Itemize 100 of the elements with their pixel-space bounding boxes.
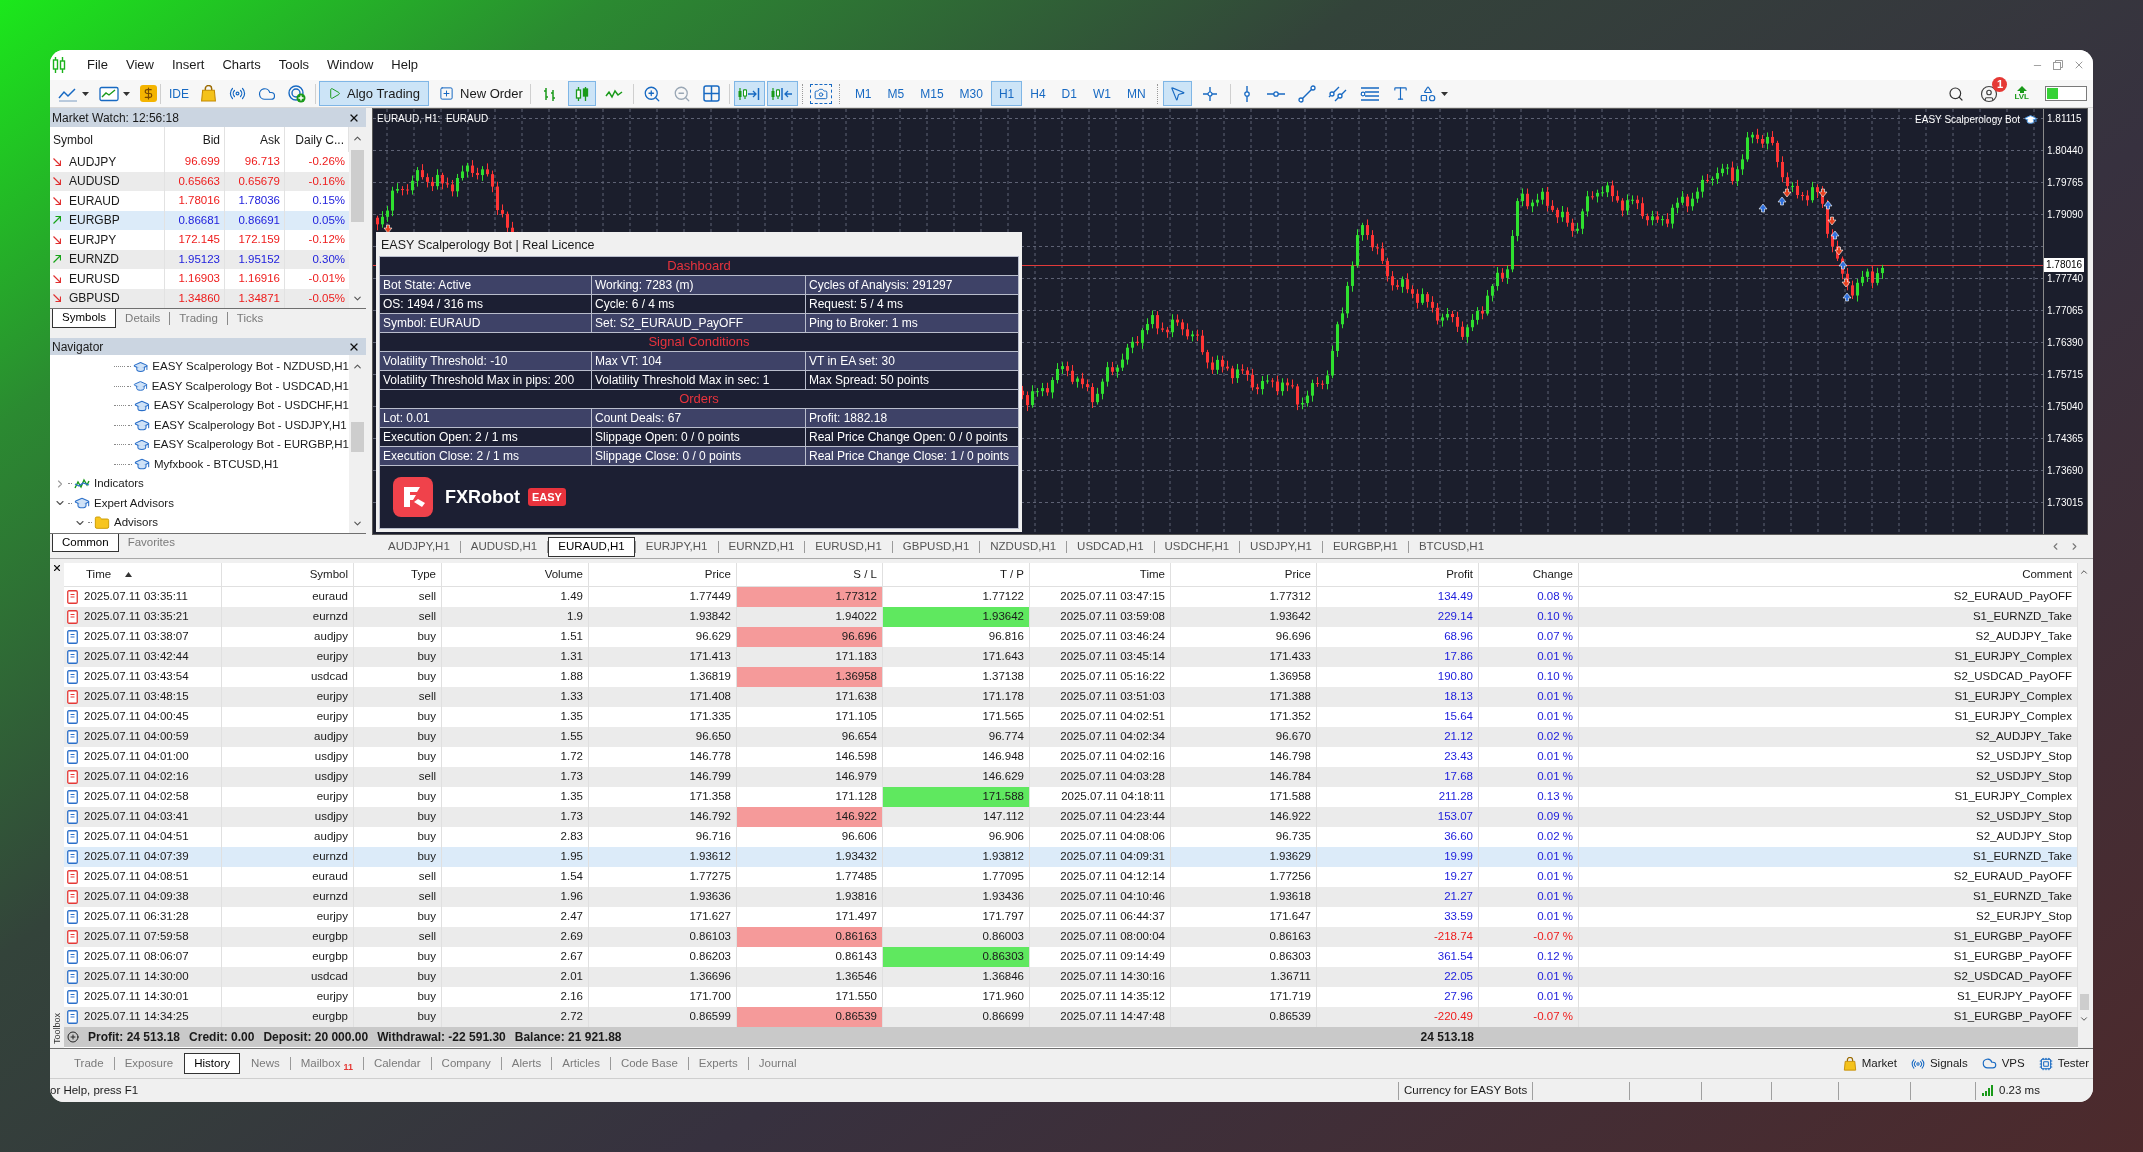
close-icon[interactable] bbox=[52, 563, 62, 573]
table-row[interactable]: 2025.07.11 14:30:01 eurjpy buy 2.16 171.700 171.550 171.960 2025.07.11 14:35:12 171.719 27.96 0.01 % S1_EURJPY_PayOFF bbox=[64, 987, 2078, 1007]
tree-item[interactable]: EASY Scalperology Bot - NZDUSD,H1 bbox=[152, 358, 349, 376]
bottom-tab[interactable]: Journal bbox=[748, 1053, 807, 1074]
column-header[interactable]: S / L bbox=[737, 563, 883, 586]
column-header[interactable]: Type bbox=[354, 563, 442, 586]
chart-tab[interactable]: EURNZD,H1 bbox=[718, 536, 805, 557]
service-link[interactable]: Tester bbox=[2038, 1054, 2089, 1073]
column-header[interactable]: Time bbox=[1030, 563, 1171, 586]
bottom-tab[interactable]: Exposure bbox=[114, 1053, 184, 1074]
table-row[interactable]: 2025.07.11 03:35:11 euraud sell 1.49 1.77449 1.77312 1.77122 2025.07.11 03:47:15 1.77312 134.49 0.08 % S2_EURAUD_PayOFF bbox=[64, 587, 2078, 607]
timeframe-button[interactable]: H4 bbox=[1022, 81, 1054, 106]
panel-tab[interactable]: Common bbox=[52, 534, 119, 552]
scrollbar-thumb[interactable] bbox=[351, 422, 364, 452]
table-row[interactable]: 2025.07.11 03:43:54 usdcad buy 1.88 1.36819 1.36958 1.37138 2025.07.11 05:16:22 1.36958 190.80 0.10 % S2_USDCAD_PayOFF bbox=[64, 667, 2078, 687]
zoom-in-icon[interactable] bbox=[642, 84, 661, 103]
timeframe-button[interactable]: D1 bbox=[1053, 81, 1085, 106]
column-header[interactable]: Change bbox=[1479, 563, 1579, 586]
text-tool-icon[interactable] bbox=[1391, 85, 1409, 102]
bottom-tab[interactable]: Articles bbox=[552, 1053, 610, 1074]
timeframe-button[interactable]: H1 bbox=[990, 81, 1023, 106]
bottom-tab[interactable]: History bbox=[184, 1053, 240, 1074]
timeframe-button[interactable]: M15 bbox=[912, 81, 952, 106]
new-order-button[interactable]: New Order bbox=[435, 81, 527, 106]
panel-tab[interactable]: Ticks bbox=[227, 309, 273, 328]
table-row[interactable]: 2025.07.11 04:03:41 usdjpy buy 1.73 146.792 146.922 147.112 2025.07.11 04:23:44 146.922 153.07 0.09 % S2_USDJPY_Stop bbox=[64, 807, 2078, 827]
table-row[interactable]: 2025.07.11 04:04:51 audjpy buy 2.83 96.716 96.606 96.906 2025.07.11 04:08:06 96.735 36.60 0.02 % S2_AUDJPY_Stop bbox=[64, 827, 2078, 847]
column-header[interactable]: T / P bbox=[883, 563, 1030, 586]
restore-icon[interactable] bbox=[2053, 60, 2063, 70]
trend-line-icon[interactable] bbox=[1297, 84, 1316, 103]
table-row[interactable]: 2025.07.11 14:34:25 eurgbp buy 2.72 0.86599 0.86539 0.86699 2025.07.11 14:47:48 0.86539 -220.49 -0.07 % S1_EURGBP_PayOFF bbox=[64, 1007, 2078, 1027]
menu-item[interactable]: Tools bbox=[269, 55, 319, 75]
table-row[interactable]: 2025.07.11 04:09:38 eurnzd sell 1.96 1.93636 1.93816 1.93436 2025.07.11 04:10:46 1.93618 21.27 0.01 % S1_EURNZD_Take bbox=[64, 887, 2078, 907]
bottom-tab[interactable]: Mailbox 11 bbox=[290, 1053, 363, 1074]
ide-button[interactable]: IDE bbox=[164, 81, 194, 106]
bottom-tab[interactable]: Trade bbox=[64, 1053, 114, 1074]
timeframe-button[interactable]: W1 bbox=[1084, 81, 1119, 106]
panel-tab[interactable]: Favorites bbox=[118, 534, 184, 552]
chart-tab[interactable]: USDCHF,H1 bbox=[1154, 536, 1240, 557]
scroll-down-icon[interactable] bbox=[2079, 1014, 2089, 1024]
symbol-row[interactable]: EURNZD 1.95123 1.95152 0.30% bbox=[50, 249, 349, 269]
chart-tab[interactable]: EURUSD,H1 bbox=[805, 536, 892, 557]
bottom-tab[interactable]: News bbox=[241, 1053, 290, 1074]
column-header[interactable]: Profit bbox=[1317, 563, 1479, 586]
chart-tab[interactable]: USDJPY,H1 bbox=[1240, 536, 1322, 557]
symbol-row[interactable]: EURGBP 0.86681 0.86691 0.05% bbox=[50, 210, 349, 230]
tree-item[interactable]: Indicators bbox=[94, 475, 144, 493]
bottom-tab[interactable]: Calendar bbox=[363, 1053, 431, 1074]
tree-item[interactable]: EASY Scalperology Bot - USDCAD,H1 bbox=[151, 377, 349, 395]
algo-trading-button[interactable]: Algo Trading bbox=[319, 81, 429, 106]
service-link[interactable]: Signals bbox=[1910, 1054, 1968, 1073]
bottom-tab[interactable]: Experts bbox=[688, 1053, 748, 1074]
chart-mode-button[interactable] bbox=[567, 81, 596, 106]
tool-button[interactable] bbox=[1162, 81, 1192, 106]
service-link[interactable]: Market bbox=[1842, 1054, 1897, 1073]
panel-tab[interactable]: Symbols bbox=[52, 309, 117, 328]
fibonacci-icon[interactable] bbox=[1359, 85, 1380, 102]
tree-item[interactable]: EASY Scalperology Bot - EURGBP,H1 bbox=[153, 436, 349, 454]
timeframe-button[interactable]: M30 bbox=[951, 81, 991, 106]
bottom-tab[interactable]: Alerts bbox=[501, 1053, 552, 1074]
panel-tab[interactable]: Trading bbox=[170, 309, 227, 328]
chart-tab[interactable]: EURAUD,H1 bbox=[548, 536, 635, 557]
table-row[interactable]: 2025.07.11 04:00:45 eurjpy buy 1.35 171.335 171.105 171.565 2025.07.11 04:02:51 171.352 15.64 0.01 % S1_EURJPY_Complex bbox=[64, 707, 2078, 727]
scrollbar-thumb[interactable] bbox=[2079, 994, 2089, 1010]
table-row[interactable]: 2025.07.11 04:02:58 eurjpy buy 1.35 171.358 171.128 171.588 2025.07.11 04:18:11 171.588 211.28 0.13 % S1_EURJPY_Complex bbox=[64, 787, 2078, 807]
scroll-down-icon[interactable] bbox=[352, 293, 363, 304]
service-link[interactable]: VPS bbox=[1981, 1054, 2025, 1073]
chart-tab[interactable]: EURJPY,H1 bbox=[635, 536, 718, 557]
timeframe-button[interactable]: M1 bbox=[846, 81, 880, 106]
table-row[interactable]: 2025.07.11 04:08:51 euraud sell 1.54 1.77275 1.77485 1.77095 2025.07.11 04:12:14 1.77256 19.27 0.01 % S2_EURAUD_PayOFF bbox=[64, 867, 2078, 887]
symbol-row[interactable]: AUDUSD 0.65663 0.65679 -0.16% bbox=[50, 171, 349, 191]
column-header[interactable]: Price bbox=[1171, 563, 1317, 586]
tree-item[interactable]: Advisors bbox=[114, 514, 159, 532]
chart-tab[interactable]: NZDUSD,H1 bbox=[980, 536, 1067, 557]
bottom-tab[interactable]: Code Base bbox=[610, 1053, 688, 1074]
tree-item[interactable]: Expert Advisors bbox=[94, 494, 174, 512]
screenshot-icon[interactable] bbox=[809, 83, 832, 104]
column-header[interactable]: Time bbox=[64, 563, 222, 586]
table-row[interactable]: 2025.07.11 07:59:58 eurgbp sell 2.69 0.86103 0.86163 0.86003 2025.07.11 08:00:04 0.86163 -218.74 -0.07 % S1_EURGBP_PayOFF bbox=[64, 927, 2078, 947]
table-row[interactable]: 2025.07.11 03:35:21 eurnzd sell 1.9 1.93842 1.94022 1.93642 2025.07.11 03:59:08 1.93642 229.14 0.10 % S1_EURNZD_Take bbox=[64, 607, 2078, 627]
chart-tab[interactable]: EURGBP,H1 bbox=[1322, 536, 1408, 557]
bottom-tab[interactable]: Company bbox=[431, 1053, 501, 1074]
menu-item[interactable]: Help bbox=[382, 55, 428, 75]
chart-tab[interactable]: AUDUSD,H1 bbox=[460, 536, 548, 557]
search-icon[interactable] bbox=[1948, 85, 1965, 102]
chart-tab[interactable]: USDCAD,H1 bbox=[1067, 536, 1154, 557]
menu-item[interactable]: Charts bbox=[213, 55, 270, 75]
scroll-up-icon[interactable] bbox=[2079, 567, 2089, 577]
column-header[interactable]: Volume bbox=[442, 563, 589, 586]
table-row[interactable]: 2025.07.11 08:06:07 eurgbp buy 2.67 0.86203 0.86143 0.86303 2025.07.11 09:14:49 0.86303 361.54 0.12 % S1_EURGBP_PayOFF bbox=[64, 947, 2078, 967]
table-row[interactable]: 2025.07.11 04:01:00 usdjpy buy 1.72 146.778 146.598 146.948 2025.07.11 04:02:16 146.798 23.43 0.01 % S2_USDJPY_Stop bbox=[64, 747, 2078, 767]
column-header[interactable]: Symbol bbox=[222, 563, 354, 586]
symbol-row[interactable]: GBPUSD 1.34860 1.34871 -0.05% bbox=[50, 288, 349, 308]
broadcast-icon[interactable] bbox=[229, 85, 246, 102]
chart-tab[interactable]: AUDJPY,H1 bbox=[378, 536, 460, 557]
menu-item[interactable]: Window bbox=[318, 55, 383, 75]
scroll-down-icon[interactable] bbox=[352, 518, 363, 529]
channel-icon[interactable] bbox=[1327, 84, 1348, 103]
column-header[interactable]: Price bbox=[589, 563, 737, 586]
menu-item[interactable]: View bbox=[116, 55, 163, 75]
